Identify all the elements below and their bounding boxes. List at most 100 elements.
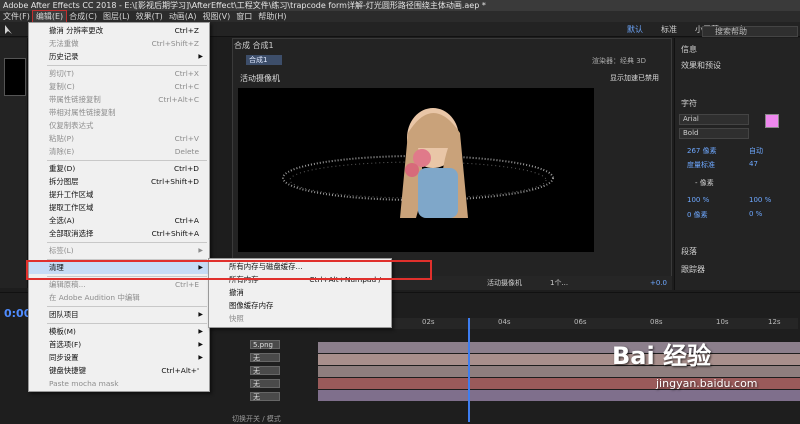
kerning-value[interactable]: 度量标准 (687, 160, 715, 170)
menu-animation[interactable]: 动画(A) (166, 11, 200, 22)
vertical-scale-value[interactable]: 100 % (687, 196, 709, 204)
menu-item-shortcut: Ctrl+Alt+C (158, 95, 199, 104)
edit-menu-item[interactable]: 同步设置 ▶ (29, 352, 209, 364)
renderer-label[interactable]: 渲染器：经典 3D (592, 56, 646, 66)
effects-presets-label[interactable]: 效果和预设 (681, 60, 721, 71)
edit-menu-item: 复制(C) Ctrl+C (29, 81, 209, 93)
camera-select[interactable]: 活动摄像机 (487, 276, 522, 290)
edit-menu-item[interactable]: 全选(A) Ctrl+A (29, 215, 209, 227)
edit-menu-item[interactable]: 提升工作区域 (29, 189, 209, 201)
info-panel-label[interactable]: 信息 (681, 44, 697, 55)
menu-separator (47, 323, 207, 324)
ruler-tick: 08s (650, 318, 663, 326)
menu-item-label: 同步设置 (49, 353, 79, 362)
submenu-arrow-icon: ▶ (198, 311, 203, 318)
menu-item-shortcut: Ctrl+E (174, 280, 199, 289)
menu-separator (47, 306, 207, 307)
parent-select[interactable]: 无 (250, 392, 280, 401)
parent-select[interactable]: 无 (250, 353, 280, 362)
right-panel: 信息 效果和预设 字符 Arial Bold 267 像素 自动 度量标准 47… (674, 38, 800, 290)
ruler-tick: 06s (574, 318, 587, 326)
parent-select[interactable]: 无 (250, 366, 280, 375)
stroke-width-value[interactable]: - 像素 (695, 178, 714, 188)
menu-item-shortcut: Ctrl+Shift+Z (151, 39, 199, 48)
menu-item-label: 全部取消选择 (49, 229, 94, 238)
edit-menu: 撤消 分辨率更改 Ctrl+Z 无法重做 Ctrl+Shift+Z 历史记录 ▶ 剪切(T)… (28, 22, 210, 392)
menu-separator (47, 242, 207, 243)
menu-layer[interactable]: 图层(L) (100, 11, 133, 22)
purge-menu-item: 快照 (209, 313, 391, 325)
composition-viewer[interactable] (238, 88, 594, 252)
menu-item-label: 无法重做 (49, 39, 79, 48)
menu-composition[interactable]: 合成(C) (66, 11, 100, 22)
ruler-tick: 12s (768, 318, 781, 326)
parent-select[interactable]: 无 (250, 379, 280, 388)
ruler-tick: 04s (498, 318, 511, 326)
paragraph-panel-label[interactable]: 段落 (681, 246, 697, 257)
menu-item-label: 重复(D) (49, 164, 76, 173)
active-camera-label: 活动摄像机 (240, 74, 280, 83)
edit-menu-item[interactable]: 团队项目 ▶ (29, 309, 209, 321)
edit-menu-item[interactable]: 重复(D) Ctrl+D (29, 163, 209, 175)
menu-item-label: 提升工作区域 (49, 190, 94, 199)
font-size-value[interactable]: 267 像素 (687, 146, 717, 156)
menu-item-label: 撤消 分辨率更改 (49, 26, 104, 35)
selection-tool-icon[interactable] (4, 24, 14, 35)
edit-menu-item[interactable]: 撤消 分辨率更改 Ctrl+Z (29, 25, 209, 37)
menu-file[interactable]: 文件(F) (0, 11, 33, 22)
menu-item-label: 快照 (229, 314, 244, 323)
font-family-select[interactable]: Arial (679, 114, 749, 125)
menu-view[interactable]: 视图(V) (200, 11, 234, 22)
layer-bar[interactable] (318, 342, 800, 353)
workspace-default[interactable]: 默认 (627, 22, 643, 37)
menu-effect[interactable]: 效果(T) (133, 11, 166, 22)
layer-source-name[interactable]: 5.png (250, 340, 280, 349)
edit-menu-item[interactable]: 历史记录 ▶ (29, 51, 209, 63)
tab-comp1[interactable]: 合成1 (246, 55, 282, 65)
layer-bar[interactable] (318, 354, 800, 365)
toggle-switches-modes[interactable]: 切换开关 / 模式 (232, 414, 281, 424)
menu-bar: 文件(F) 编辑(E) 合成(C) 图层(L) 效果(T) 动画(A) 视图(V… (0, 10, 800, 23)
edit-menu-item[interactable]: 提取工作区域 (29, 202, 209, 214)
current-time-indicator[interactable] (468, 318, 470, 422)
edit-menu-item: 标签(L) ▶ (29, 245, 209, 257)
tracker-panel-label[interactable]: 跟踪器 (681, 264, 705, 275)
edit-menu-item[interactable]: 首选项(F) ▶ (29, 339, 209, 351)
layer-bar[interactable] (318, 366, 800, 377)
edit-menu-item[interactable]: 全部取消选择 Ctrl+Shift+A (29, 228, 209, 240)
baseline-shift-value[interactable]: 0 像素 (687, 210, 708, 220)
workspace-standard[interactable]: 标准 (661, 22, 677, 37)
tracking-value[interactable]: 47 (749, 160, 758, 168)
edit-menu-item[interactable]: 模板(M) ▶ (29, 326, 209, 338)
edit-menu-item: 仅复制表达式 (29, 120, 209, 132)
edit-menu-item[interactable]: 拆分图层 Ctrl+Shift+D (29, 176, 209, 188)
menu-item-label: 粘贴(P) (49, 134, 75, 143)
exposure-value[interactable]: +0.0 (650, 276, 667, 290)
menu-item-label: 仅复制表达式 (49, 121, 94, 130)
leading-value[interactable]: 自动 (749, 146, 763, 156)
purge-menu-item[interactable]: 撤消 (209, 287, 391, 299)
menu-item-label: 提取工作区域 (49, 203, 94, 212)
menu-item-label: Paste mocha mask (49, 379, 119, 388)
views-select[interactable]: 1个... (550, 276, 568, 290)
menu-separator (47, 160, 207, 161)
menu-item-label: 标签(L) (49, 246, 74, 255)
edit-menu-item[interactable]: 键盘快捷键 Ctrl+Alt+' (29, 365, 209, 377)
fill-color-swatch[interactable] (765, 114, 779, 128)
ruler-tick: 10s (716, 318, 729, 326)
help-search-input[interactable]: 搜索帮助 (702, 26, 798, 37)
menu-edit[interactable]: 编辑(E) (31, 10, 68, 23)
edit-menu-item: 无法重做 Ctrl+Shift+Z (29, 38, 209, 50)
menu-item-label: 清除(E) (49, 147, 75, 156)
tsume-value[interactable]: 0 % (749, 210, 762, 218)
purge-menu-item[interactable]: 图像缓存内存 (209, 300, 391, 312)
edit-menu-item: 粘贴(P) Ctrl+V (29, 133, 209, 145)
horizontal-scale-value[interactable]: 100 % (749, 196, 771, 204)
composition-panel-title: 合成 合成1 (234, 41, 274, 50)
menu-help[interactable]: 帮助(H) (255, 11, 289, 22)
font-style-select[interactable]: Bold (679, 128, 749, 139)
menu-item-shortcut: Ctrl+Z (174, 26, 199, 35)
menu-item-label: 首选项(F) (49, 340, 82, 349)
layer-bar[interactable] (318, 390, 800, 401)
menu-window[interactable]: 窗口 (233, 11, 255, 22)
